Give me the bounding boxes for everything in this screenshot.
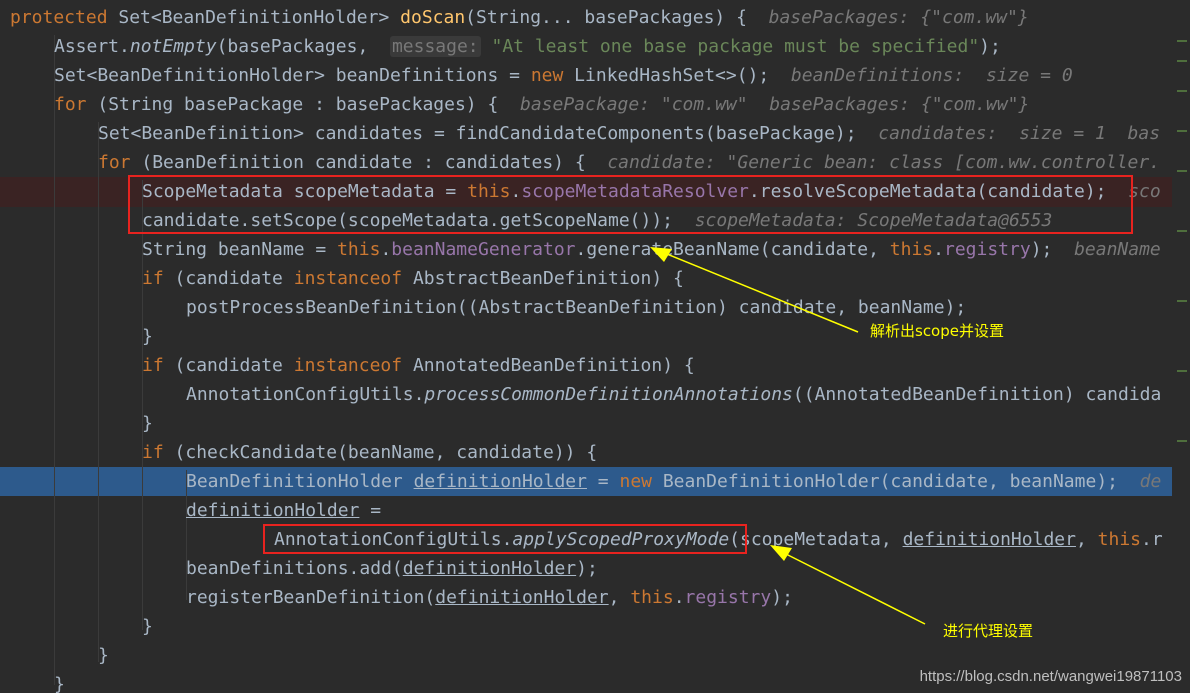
proxy-arrow-line <box>781 551 926 625</box>
proxy-arrow-head <box>770 545 792 561</box>
marker-tick <box>1177 440 1187 442</box>
scope-note: 解析出scope并设置 <box>870 322 1004 340</box>
marker-tick <box>1177 300 1187 302</box>
marker-tick <box>1177 60 1187 62</box>
annotation-arrows <box>650 247 926 625</box>
marker-tick <box>1177 370 1187 372</box>
watermark: https://blog.csdn.net/wangwei19871103 <box>919 668 1182 685</box>
marker-tick <box>1177 90 1187 92</box>
marker-tick <box>1177 130 1187 132</box>
marker-tick <box>1177 40 1187 42</box>
marker-tick <box>1177 170 1187 172</box>
proxy-note: 进行代理设置 <box>943 622 1034 640</box>
scope-arrow-line <box>661 251 859 333</box>
code-editor[interactable]: protected Set<BeanDefinitionHolder> doSc… <box>0 0 1190 693</box>
marker-tick <box>1177 230 1187 232</box>
editor-marker-strip[interactable] <box>1172 0 1190 693</box>
